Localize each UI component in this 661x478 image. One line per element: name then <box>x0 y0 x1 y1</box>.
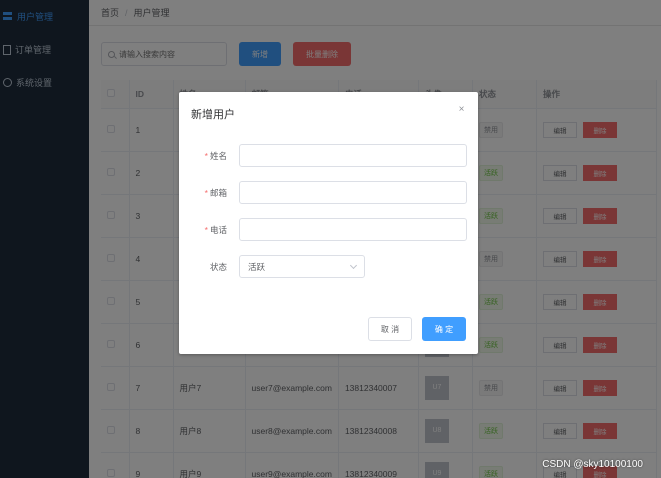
phone-label: * 电话 <box>204 224 227 235</box>
watermark: CSDN @sky10100100 <box>542 459 643 470</box>
status-label: 状态 <box>209 261 227 272</box>
form-row-status: 状态 活跃 <box>179 255 478 278</box>
status-select-value: 活跃 <box>248 261 266 272</box>
chevron-down-icon <box>349 261 358 269</box>
status-select[interactable]: 活跃 <box>239 255 365 278</box>
dialog-title: 新增用户 <box>191 109 235 121</box>
add-user-dialog: 新增用户 × * 姓名 * 邮箱 * 电话 状态 活跃 取 消 确 定 <box>179 92 478 354</box>
email-field[interactable] <box>239 181 467 204</box>
form-row-phone: * 电话 <box>179 218 478 241</box>
phone-field[interactable] <box>239 218 467 241</box>
form-row-email: * 邮箱 <box>179 181 478 204</box>
cancel-button[interactable]: 取 消 <box>368 317 412 341</box>
name-label: * 姓名 <box>204 150 227 161</box>
close-icon[interactable]: × <box>457 105 466 115</box>
confirm-button[interactable]: 确 定 <box>422 317 466 341</box>
email-label: * 邮箱 <box>204 187 227 198</box>
dialog-footer: 取 消 确 定 <box>368 317 466 341</box>
name-field[interactable] <box>239 144 467 167</box>
form-row-name: * 姓名 <box>179 144 478 167</box>
